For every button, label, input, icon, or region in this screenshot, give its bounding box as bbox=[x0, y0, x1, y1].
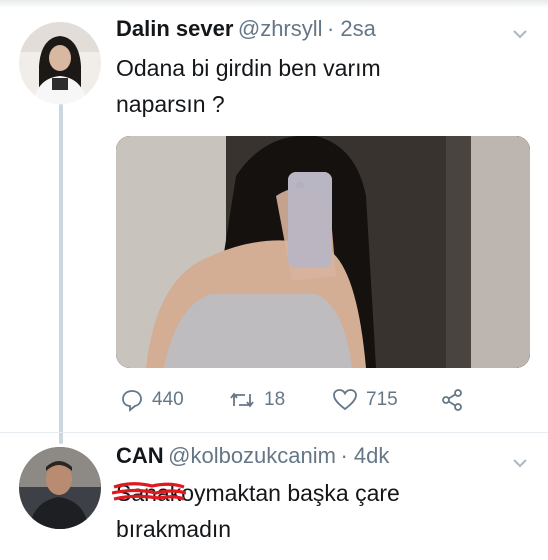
like-button[interactable]: 715 bbox=[332, 388, 398, 412]
tweet-text-line: Sana koymaktan başka çare bbox=[112, 475, 400, 511]
user-handle[interactable]: @zhrsyll bbox=[238, 16, 323, 41]
tweet-text-line: naparsın ? bbox=[116, 91, 225, 117]
reply-button[interactable]: 440 bbox=[120, 388, 184, 412]
retweet-icon bbox=[230, 392, 254, 408]
censored-word: Sana bbox=[112, 475, 186, 511]
share-button[interactable] bbox=[440, 388, 464, 412]
like-count: 715 bbox=[366, 389, 398, 410]
user-handle[interactable]: @kolbozukcanim bbox=[168, 443, 336, 468]
display-name[interactable]: CAN bbox=[116, 443, 164, 468]
retweet-button[interactable]: 18 bbox=[228, 388, 285, 412]
tweet-text: Odana bi girdin ben varım naparsın ? bbox=[116, 50, 381, 122]
avatar[interactable] bbox=[19, 447, 101, 529]
tweet-text: Sana koymaktan başka çare bırakmadın bbox=[112, 475, 400, 547]
red-scribble bbox=[112, 482, 186, 501]
share-icon bbox=[442, 389, 462, 411]
tweet-text-line: Odana bi girdin ben varım bbox=[116, 55, 381, 81]
like-icon bbox=[333, 389, 357, 411]
tweet-header: Dalin sever @zhrsyll · 2sa bbox=[116, 16, 376, 42]
timestamp[interactable]: · 2sa bbox=[327, 16, 376, 41]
thread-line bbox=[59, 104, 63, 444]
tweet-text-line: bırakmadın bbox=[116, 516, 232, 542]
chevron-down-icon[interactable] bbox=[512, 455, 528, 473]
reply-tweet[interactable]: CAN @kolbozukcanim · 4dk Sana koymaktan … bbox=[0, 433, 548, 560]
retweet-count: 18 bbox=[264, 389, 286, 410]
chevron-down-icon[interactable] bbox=[512, 26, 528, 44]
tweet-photo[interactable] bbox=[116, 136, 530, 368]
avatar[interactable] bbox=[19, 22, 101, 104]
tweet-text-rest: koymaktan başka çare bbox=[169, 480, 400, 506]
tweet-header: CAN @kolbozukcanim · 4dk bbox=[116, 443, 389, 469]
tweet[interactable]: Dalin sever @zhrsyll · 2sa Odana bi gird… bbox=[0, 0, 548, 444]
timestamp[interactable]: · 4dk bbox=[340, 443, 389, 468]
reply-icon bbox=[122, 390, 142, 412]
reply-count: 440 bbox=[152, 389, 184, 410]
display-name[interactable]: Dalin sever bbox=[116, 16, 233, 41]
